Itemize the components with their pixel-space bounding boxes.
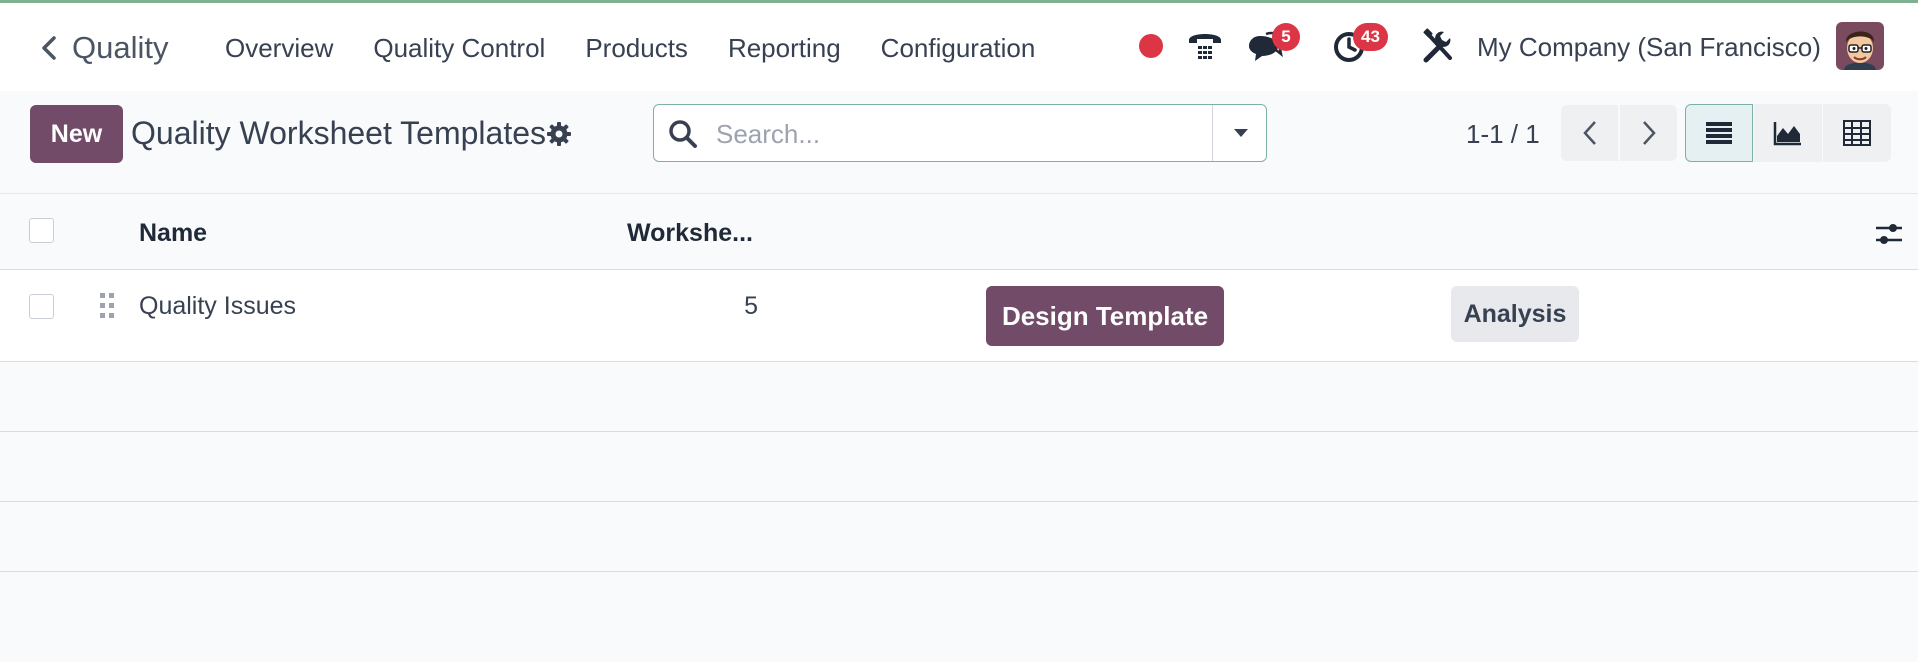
company-switcher[interactable]: My Company (San Francisco) <box>1477 27 1821 67</box>
chevron-left-icon <box>1582 121 1596 145</box>
row-checkbox[interactable] <box>29 294 54 319</box>
page-title: Quality Worksheet Templates <box>131 115 546 151</box>
list-view-button[interactable] <box>1685 104 1753 162</box>
optional-columns-icon[interactable] <box>1874 220 1904 248</box>
analysis-button[interactable]: Analysis <box>1451 286 1579 342</box>
empty-row <box>0 432 1918 502</box>
chat-badge: 5 <box>1272 23 1300 51</box>
chevron-left-icon <box>42 36 56 60</box>
cell-worksheet-count[interactable]: 5 <box>700 292 758 321</box>
list-header: Name Workshe... <box>0 193 1918 270</box>
graph-view-button[interactable] <box>1754 104 1822 162</box>
list-view-icon <box>1706 122 1732 144</box>
phone-icon[interactable] <box>1186 26 1224 66</box>
caret-down-icon <box>1233 129 1248 137</box>
menu-configuration[interactable]: Configuration <box>881 33 1036 64</box>
pivot-view-button[interactable] <box>1823 104 1891 162</box>
column-header-worksheets[interactable]: Workshe... <box>627 219 753 248</box>
gear-icon[interactable] <box>546 121 572 147</box>
app-name: Quality <box>72 30 169 65</box>
recording-indicator[interactable] <box>1139 34 1163 58</box>
search-input[interactable] <box>714 113 1258 155</box>
new-button[interactable]: New <box>30 105 123 163</box>
column-header-name[interactable]: Name <box>139 219 207 248</box>
empty-row <box>0 362 1918 432</box>
pager-previous-button[interactable] <box>1561 105 1618 161</box>
menu-overview[interactable]: Overview <box>225 33 333 64</box>
app-home-link[interactable]: Quality <box>38 28 168 68</box>
table-row[interactable]: Quality Issues 5 Design Template Analysi… <box>0 270 1918 362</box>
top-menu: Overview Quality Control Products Report… <box>225 28 1075 68</box>
menu-products[interactable]: Products <box>585 33 688 64</box>
tools-icon[interactable] <box>1420 26 1456 66</box>
user-avatar[interactable] <box>1836 22 1884 70</box>
empty-row <box>0 502 1918 572</box>
search-icon <box>669 120 697 148</box>
chevron-right-icon <box>1642 121 1656 145</box>
pager-next-button[interactable] <box>1620 105 1677 161</box>
activity-badge: 43 <box>1353 23 1388 51</box>
search-bar <box>653 104 1267 162</box>
cell-name[interactable]: Quality Issues <box>139 292 296 321</box>
table-grid-icon <box>1843 120 1871 146</box>
drag-handle-icon[interactable] <box>99 292 115 320</box>
search-options-toggle[interactable] <box>1212 105 1268 161</box>
records-list: Name Workshe... Quality Issues 5 Design … <box>0 193 1918 662</box>
select-all-checkbox[interactable] <box>29 218 54 243</box>
menu-quality-control[interactable]: Quality Control <box>373 33 545 64</box>
area-chart-icon <box>1773 122 1801 146</box>
design-template-button[interactable]: Design Template <box>986 286 1224 346</box>
pager-value[interactable]: 1-1 / 1 <box>1466 119 1540 150</box>
menu-reporting[interactable]: Reporting <box>728 33 841 64</box>
